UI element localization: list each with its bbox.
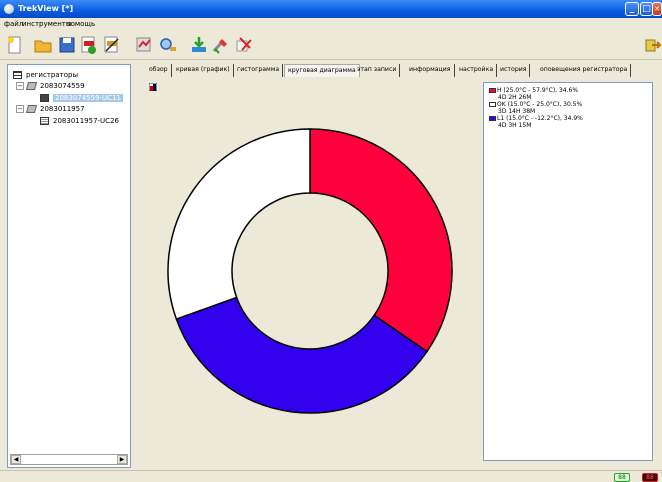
menu-bar: файл инструменты помощь bbox=[0, 18, 662, 30]
tree-group-1[interactable]: − 2083074559 bbox=[16, 80, 85, 91]
logger-file-icon bbox=[40, 93, 49, 102]
scroll-left-icon[interactable]: ◀ bbox=[11, 455, 21, 464]
new-file-icon[interactable] bbox=[5, 35, 25, 55]
exit-icon[interactable] bbox=[642, 35, 662, 55]
chart-legend: H (25.0°C - 57.9°C), 34.6% 4D 2H 26M OK … bbox=[483, 82, 653, 461]
status-bar: 88 88 bbox=[0, 470, 662, 482]
tab-pie-chart[interactable]: круговая диаграмма bbox=[284, 64, 360, 77]
scroll-right-icon[interactable]: ▶ bbox=[117, 455, 127, 464]
legend-entry-h: H (25.0°C - 57.9°C), 34.6% bbox=[489, 87, 578, 94]
search-logger-icon[interactable] bbox=[158, 35, 178, 55]
collapse-icon[interactable]: − bbox=[16, 104, 24, 113]
close-button[interactable]: ✕ bbox=[652, 2, 662, 16]
export-csv-icon[interactable] bbox=[102, 35, 122, 55]
logger-tree: регистраторы − 2083074559 2083074559-UC1… bbox=[7, 64, 131, 468]
device-icon bbox=[25, 104, 38, 113]
toolbar bbox=[0, 30, 662, 60]
pie-slice-ok bbox=[167, 128, 311, 321]
tree-item-label: 2083011957-UC26 bbox=[53, 116, 119, 125]
pie-slice-h bbox=[309, 128, 453, 353]
tree-item-label: 2083074559-UC11 bbox=[53, 93, 123, 102]
tree-item-uc11[interactable]: 2083074559-UC11 bbox=[40, 92, 123, 103]
menu-file[interactable]: файл bbox=[4, 20, 23, 28]
device-icon bbox=[25, 81, 38, 90]
menu-help[interactable]: помощь bbox=[66, 20, 95, 28]
tab-histogram[interactable]: гистограмма bbox=[234, 64, 284, 77]
menu-tools[interactable]: инструменты bbox=[22, 20, 71, 28]
app-icon bbox=[4, 4, 14, 14]
tab-curve[interactable]: кривая (график) bbox=[173, 64, 234, 77]
tab-logger-alerts[interactable]: оповещения регистратора bbox=[537, 64, 632, 77]
collapse-icon[interactable]: − bbox=[16, 81, 24, 90]
legend-duration-h: 4D 2H 26M bbox=[498, 94, 532, 101]
legend-entry-l1: L1 (15.0°C - -12.2°C), 34.9% bbox=[489, 115, 583, 122]
window-title: TrekView [*] bbox=[18, 4, 74, 13]
tree-item-uc26[interactable]: 2083011957-UC26 bbox=[40, 115, 119, 126]
status-indicator-red: 88 bbox=[642, 473, 658, 482]
legend-duration-l1: 4D 3H 15M bbox=[498, 122, 532, 129]
legend-entry-ok: OK (15.0°C - 25.0°C), 30.5% bbox=[489, 101, 582, 108]
read-logger-icon[interactable] bbox=[134, 35, 154, 55]
tree-group-label: 2083074559 bbox=[40, 81, 85, 90]
tab-history[interactable]: история bbox=[497, 64, 531, 77]
tree-root-label: регистраторы bbox=[26, 70, 78, 79]
configure-icon[interactable] bbox=[211, 35, 231, 55]
tab-overview[interactable]: обзор bbox=[146, 64, 172, 77]
loggers-icon bbox=[13, 70, 22, 79]
horizontal-scrollbar[interactable]: ◀ ▶ bbox=[10, 454, 128, 465]
tab-settings[interactable]: настройка bbox=[456, 64, 498, 77]
open-folder-icon[interactable] bbox=[33, 35, 53, 55]
legend-swatch bbox=[489, 102, 496, 107]
tab-information[interactable]: информация bbox=[406, 64, 455, 77]
tree-group-label: 2083011957 bbox=[40, 104, 85, 113]
save-icon[interactable] bbox=[57, 35, 77, 55]
pie-chart bbox=[167, 128, 453, 414]
export-pdf-icon[interactable] bbox=[79, 35, 99, 55]
clear-icon[interactable] bbox=[234, 35, 254, 55]
tree-root[interactable]: регистраторы bbox=[13, 69, 78, 80]
download-icon[interactable] bbox=[189, 35, 209, 55]
legend-duration-ok: 3D 14H 38M bbox=[498, 108, 536, 115]
minimize-button[interactable]: _ bbox=[625, 2, 639, 16]
legend-swatch bbox=[489, 88, 496, 93]
tab-recording-stage[interactable]: этап записи bbox=[354, 64, 401, 77]
status-indicator-green: 88 bbox=[614, 473, 630, 482]
title-bar: TrekView [*] _ □ ✕ bbox=[0, 0, 662, 18]
legend-swatch bbox=[489, 116, 496, 121]
tree-group-2[interactable]: − 2083011957 bbox=[16, 103, 85, 114]
logger-file-icon bbox=[40, 116, 49, 125]
